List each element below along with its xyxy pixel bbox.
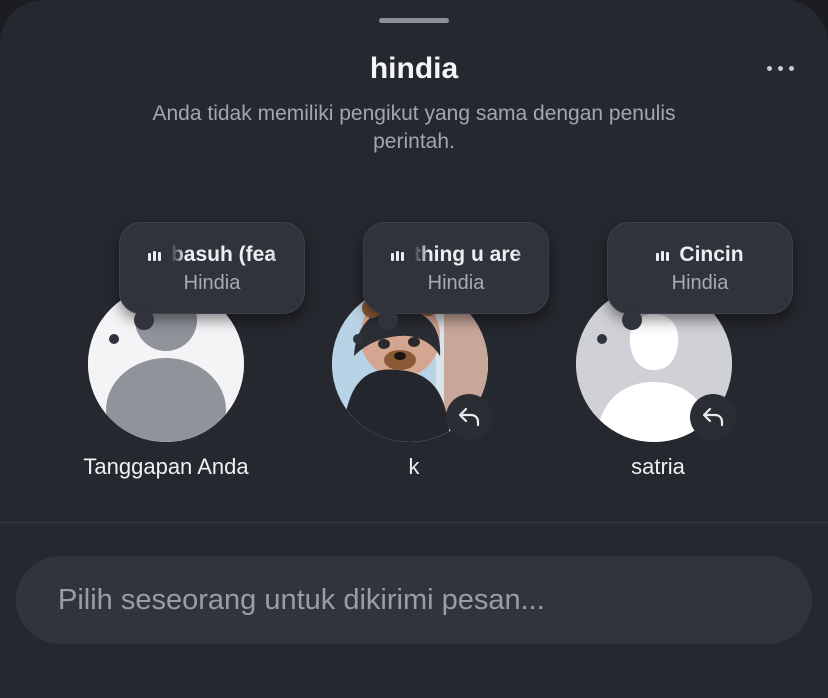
note-tail-dot <box>597 334 607 344</box>
note-tail-dot <box>134 310 154 330</box>
note-song-title: Cincin <box>679 243 744 266</box>
note-artist: Hindia <box>671 272 729 294</box>
note-tail-dot <box>622 310 642 330</box>
note-bubble[interactable]: basuh (fea Hindia <box>119 222 305 314</box>
note-bubble[interactable]: Cincin Hindia <box>607 222 793 314</box>
person-name: satria <box>631 454 685 479</box>
more-horizontal-icon <box>788 65 794 71</box>
divider <box>0 522 828 523</box>
person-k[interactable]: thing u are Hindia k <box>316 222 566 492</box>
reply-arrow-icon <box>458 407 480 427</box>
note-song-title: thing u are <box>413 243 522 266</box>
person-name: k <box>408 454 420 479</box>
person-name: Tanggapan Anda <box>83 454 249 479</box>
music-bars-icon <box>147 250 161 261</box>
note-tail-dot <box>109 334 119 344</box>
person-tanggapan-anda[interactable]: basuh (fea Hindia Tanggapan Anda <box>72 222 322 492</box>
note-tail-dot <box>378 310 398 330</box>
reply-button[interactable] <box>446 394 492 440</box>
more-options-button[interactable] <box>758 58 802 78</box>
note-artist: Hindia <box>183 272 241 294</box>
bottom-sheet: hindia Anda tidak memiliki pengikut yang… <box>0 0 828 698</box>
note-bubble[interactable]: thing u are Hindia <box>363 222 549 314</box>
reply-button[interactable] <box>690 394 736 440</box>
music-bars-icon <box>390 250 404 261</box>
reply-arrow-icon <box>702 407 724 427</box>
sheet-grabber[interactable] <box>379 18 449 23</box>
more-horizontal-icon <box>766 65 772 71</box>
note-song-title: basuh (fea <box>170 243 277 266</box>
person-satria[interactable]: Cincin Hindia satria <box>560 222 810 492</box>
more-horizontal-icon <box>777 65 783 71</box>
sheet-subtitle: Anda tidak memiliki pengikut yang sama d… <box>152 102 676 153</box>
music-bars-icon <box>656 250 670 261</box>
message-recipient-input[interactable] <box>16 556 812 644</box>
sheet-title: hindia <box>369 52 459 85</box>
note-tail-dot <box>353 334 363 344</box>
note-artist: Hindia <box>427 272 485 294</box>
